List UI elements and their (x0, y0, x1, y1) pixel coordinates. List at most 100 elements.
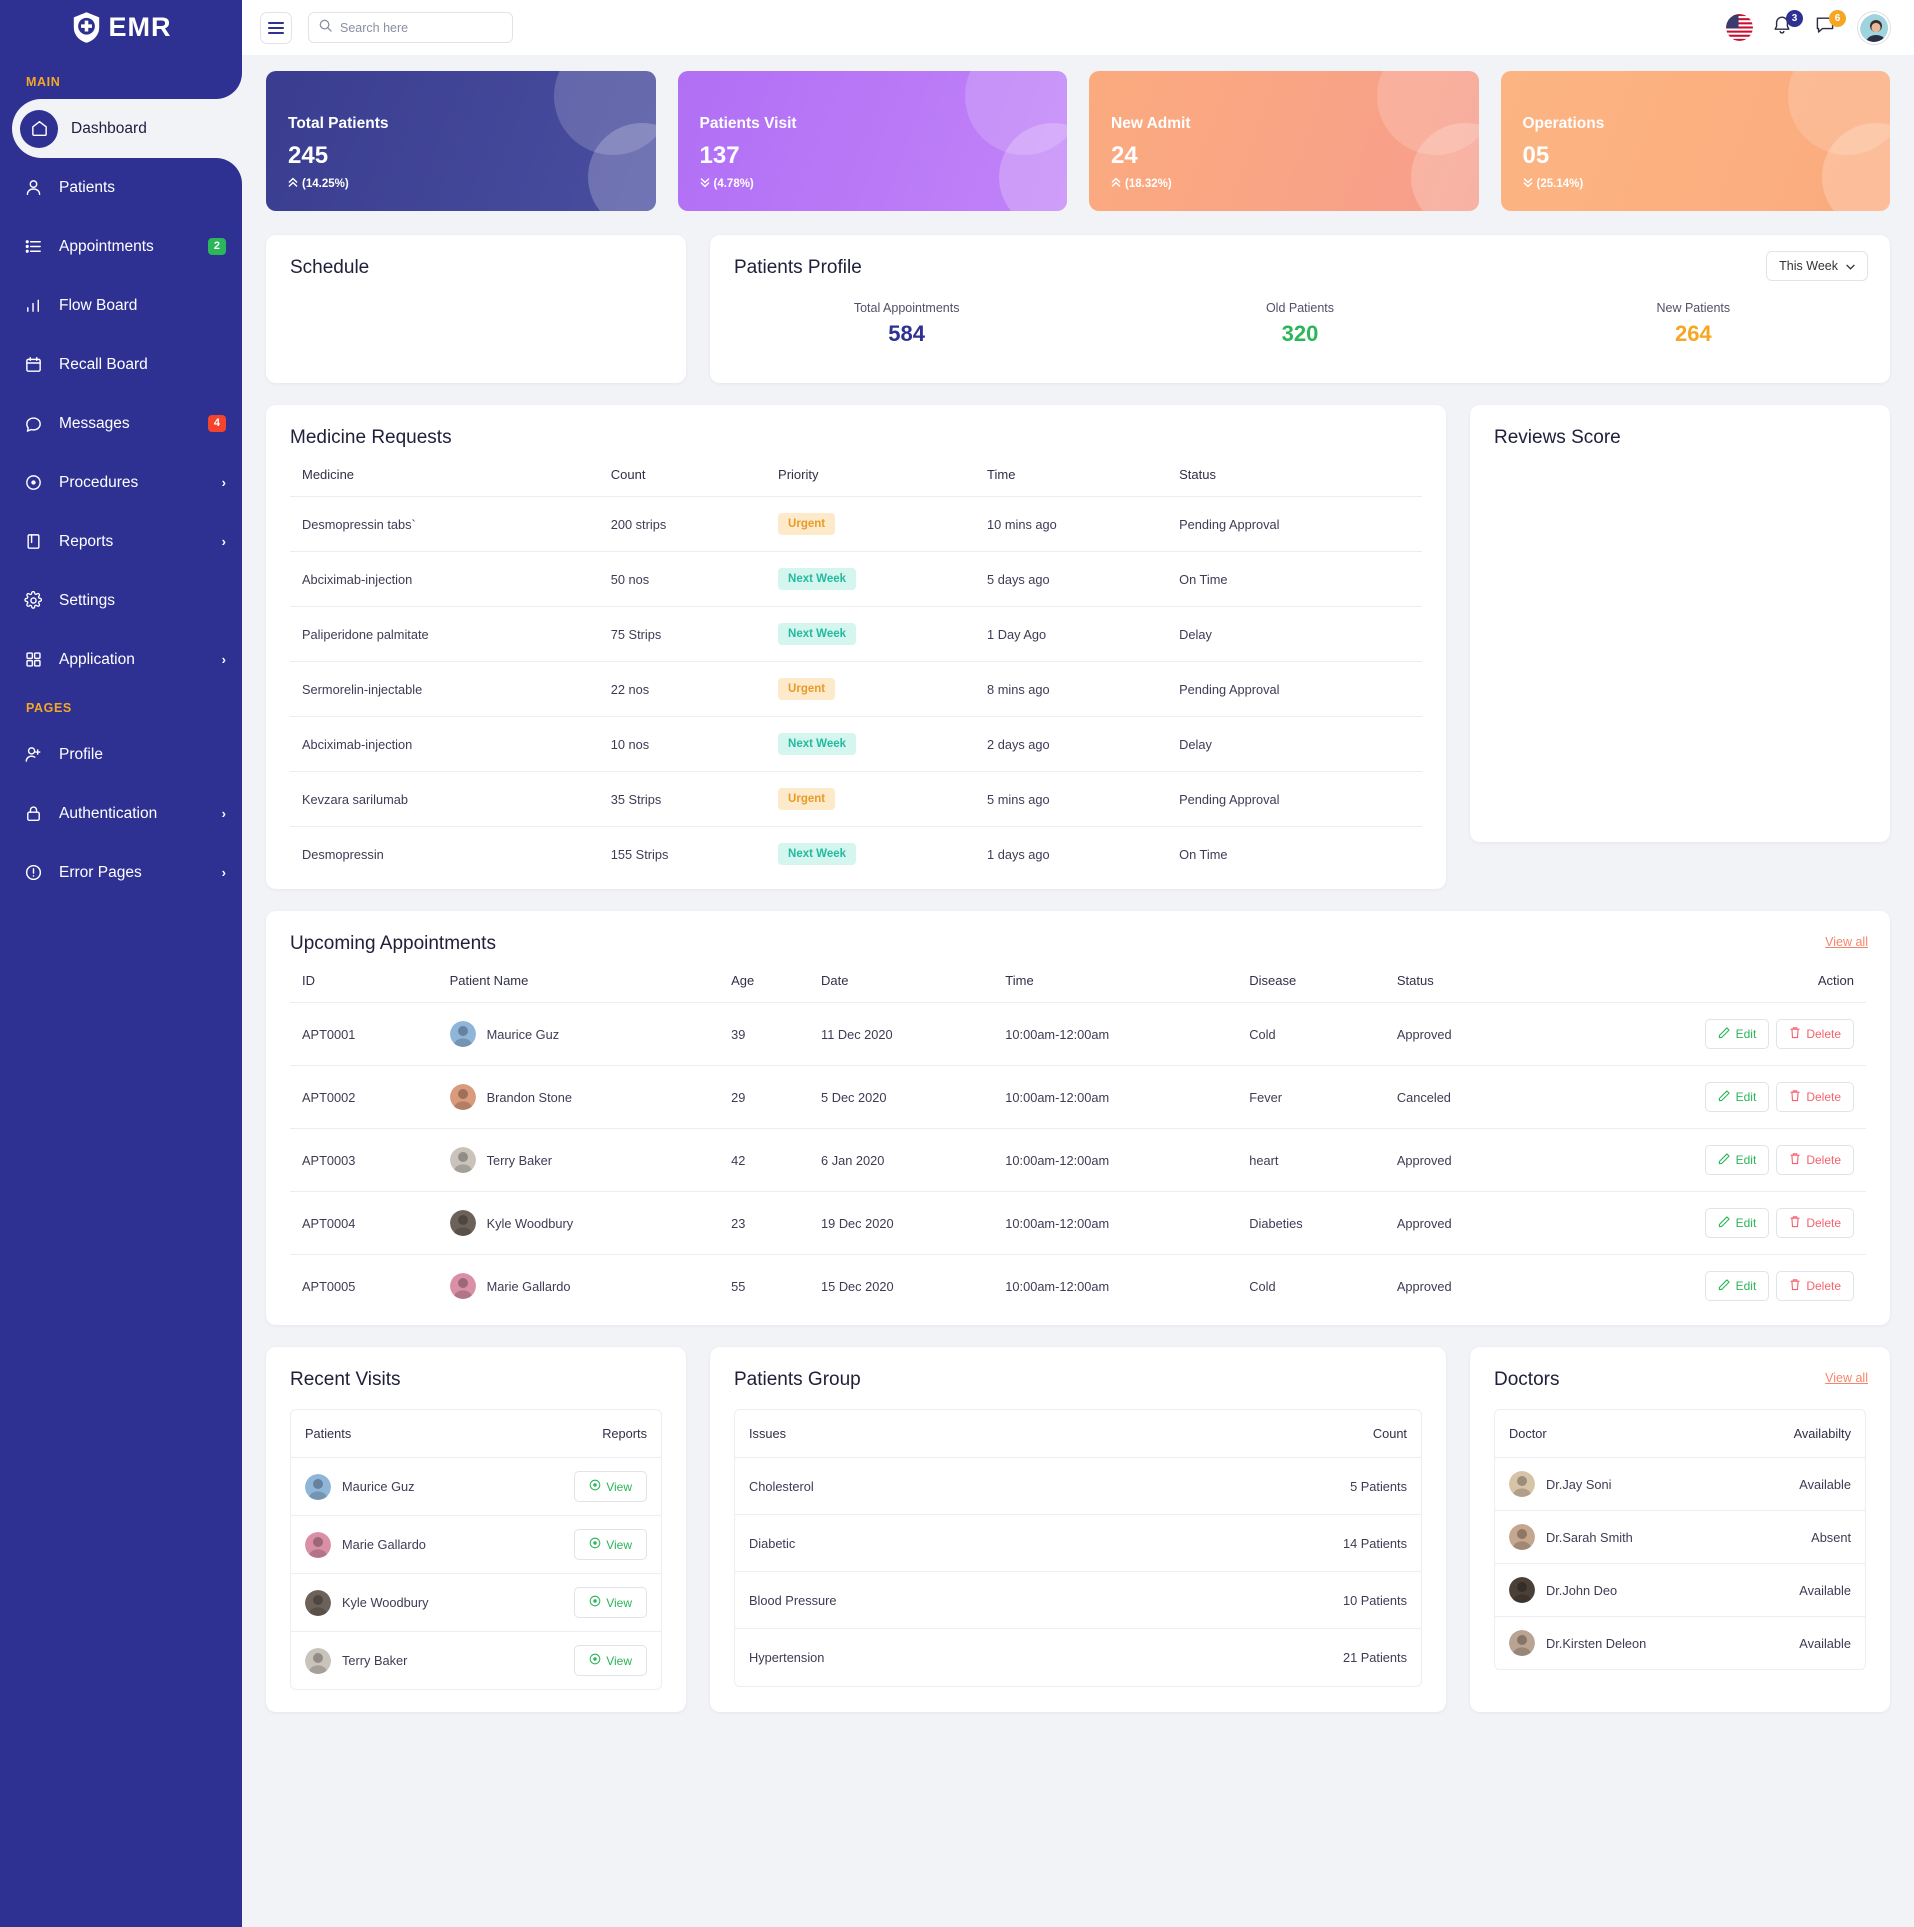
list-item[interactable]: Dr.Kirsten Deleon Available (1495, 1617, 1865, 1670)
table-row[interactable]: Desmopressin tabs` 200 strips Urgent 10 min… (290, 496, 1422, 552)
sidebar-item-profile[interactable]: Profile (0, 725, 242, 784)
sidebar-item-procedures[interactable]: Procedures › (0, 453, 242, 512)
doctors-table: Doctor Availabilty Dr.Jay Soni Available Dr… (1495, 1410, 1865, 1669)
user-avatar[interactable] (1858, 11, 1890, 44)
table-row[interactable]: APT0002 Brandon Stone 29 5 Dec 2020 10:00am-… (290, 1065, 1866, 1129)
list-item[interactable]: Terry Baker View (291, 1632, 661, 1690)
bell-icon[interactable]: 3 (1772, 9, 1803, 41)
delete-button[interactable]: Delete (1776, 1019, 1854, 1049)
delete-button[interactable]: Delete (1776, 1271, 1854, 1301)
list-item[interactable]: Blood Pressure 10 Patients (735, 1571, 1421, 1629)
stat-card-total-patients[interactable]: Total Patients 245 (14.25%) (266, 71, 656, 211)
stat-card-operations[interactable]: Operations 05 (25.14%) (1500, 71, 1890, 211)
table-row[interactable]: APT0001 Maurice Guz 39 11 Dec 2020 10:00am-1… (290, 1002, 1866, 1066)
table-row[interactable]: Abciximab-injection 10 nos Next Week 2 days… (290, 716, 1422, 772)
cell-patient: Marie Gallardo (291, 1515, 514, 1574)
sidebar-item-settings[interactable]: Settings (0, 571, 242, 630)
message-icon[interactable]: 6 (1815, 9, 1846, 41)
sidebar-item-flow-board[interactable]: Flow Board (0, 276, 242, 335)
cell-time: 5 days ago (975, 551, 1168, 607)
patients-profile-title: Patients Profile (734, 257, 862, 278)
cell-doctor: Dr.John Deo (1495, 1563, 1739, 1617)
cell-count: 10 nos (598, 716, 767, 772)
table-row[interactable]: Desmopressin 155 Strips Next Week 1 days ag… (290, 827, 1422, 882)
list-item[interactable]: Diabetic 14 Patients (735, 1514, 1421, 1572)
brand-logo[interactable]: EMR (0, 0, 242, 55)
book-icon (20, 529, 46, 555)
edit-button[interactable]: Edit (1704, 1145, 1770, 1175)
delete-button[interactable]: Delete (1776, 1082, 1854, 1112)
avatar (1509, 1471, 1535, 1497)
table-row[interactable]: APT0003 Terry Baker 42 6 Jan 2020 10:00am-12… (290, 1128, 1866, 1192)
list-item[interactable]: Maurice Guz View (291, 1457, 661, 1516)
view-button[interactable]: View (574, 1471, 647, 1502)
cell-doctor: Dr.Jay Soni (1495, 1457, 1739, 1511)
patients-profile-filter[interactable]: This Week (1766, 251, 1868, 281)
table-row[interactable]: Sermorelin-injectable 22 nos Urgent 8 mins … (290, 661, 1422, 717)
hamburger-icon[interactable] (260, 11, 292, 44)
doctors-view-all-link[interactable]: View all (1825, 1371, 1868, 1385)
list-icon (20, 234, 46, 260)
us-flag-icon[interactable] (1726, 14, 1753, 41)
delete-button[interactable]: Delete (1776, 1145, 1854, 1175)
sidebar-item-application[interactable]: Application › (0, 630, 242, 689)
list-item[interactable]: Kyle Woodbury View (291, 1573, 661, 1632)
sidebar-item-appointments[interactable]: Appointments 2 (0, 217, 242, 276)
profile-stat-old-patients: Old Patients 320 (1103, 301, 1496, 347)
stat-card-new-admit[interactable]: New Admit 24 (18.32%) (1089, 71, 1479, 211)
cell-action: Edit Delete (1535, 1255, 1866, 1318)
search-box[interactable] (308, 12, 513, 43)
view-button[interactable]: View (574, 1587, 647, 1618)
bar-chart-icon (20, 293, 46, 319)
list-item[interactable]: Dr.Jay Soni Available (1495, 1457, 1865, 1511)
search-input[interactable] (340, 20, 502, 35)
list-item[interactable]: Dr.Sarah Smith Absent (1495, 1510, 1865, 1564)
cell-status: On Time (1167, 551, 1422, 607)
sidebar-item-dashboard[interactable]: Dashboard (12, 73, 242, 184)
cell-report: View (513, 1515, 661, 1574)
list-item[interactable]: Dr.John Deo Available (1495, 1563, 1865, 1617)
edit-button[interactable]: Edit (1704, 1082, 1770, 1112)
edit-button[interactable]: Edit (1704, 1271, 1770, 1301)
topbar: 3 6 (242, 0, 1914, 55)
view-button[interactable]: View (574, 1645, 647, 1676)
edit-button[interactable]: Edit (1704, 1208, 1770, 1238)
column-header: Action (1535, 973, 1866, 1003)
column-header: Patient Name (437, 973, 720, 1003)
appointments-view-all-link[interactable]: View all (1825, 935, 1868, 949)
table-row[interactable]: Abciximab-injection 50 nos Next Week 5 days… (290, 551, 1422, 607)
table-row[interactable]: Kevzara sarilumab 35 Strips Urgent 5 mins a… (290, 771, 1422, 827)
edit-button[interactable]: Edit (1704, 1019, 1770, 1049)
column-header: Date (809, 973, 994, 1003)
patients-group-title: Patients Group (734, 1369, 861, 1390)
column-header: Patients (291, 1410, 514, 1458)
table-row[interactable]: Paliperidone palmitate 75 Strips Next Week… (290, 606, 1422, 662)
sidebar-item-error-pages[interactable]: Error Pages › (0, 843, 242, 902)
cell-count: 50 nos (598, 551, 767, 607)
cell-medicine: Abciximab-injection (290, 716, 599, 772)
table-row[interactable]: APT0004 Kyle Woodbury 23 19 Dec 2020 10:00am… (290, 1191, 1866, 1255)
list-item[interactable]: Hypertension 21 Patients (735, 1629, 1421, 1686)
cell-medicine: Sermorelin-injectable (290, 661, 599, 717)
delete-button[interactable]: Delete (1776, 1208, 1854, 1238)
medicine-requests-card: Medicine Requests Medicine Count Priority T… (266, 405, 1446, 889)
sidebar-item-reports[interactable]: Reports › (0, 512, 242, 571)
stat-card-patients-visit[interactable]: Patients Visit 137 (4.78%) (677, 71, 1067, 211)
cell-patient-name: Maurice Guz (437, 1002, 720, 1066)
sidebar-item-recall-board[interactable]: Recall Board (0, 335, 242, 394)
chevrons-up-icon (1111, 177, 1121, 191)
medicine-reviews-row: Medicine Requests Medicine Count Priority T… (266, 405, 1890, 889)
cell-issue: Blood Pressure (735, 1571, 1117, 1629)
cell-count: 10 Patients (1116, 1571, 1421, 1629)
dashboard-content: Total Patients 245 (14.25%) Patients Visit 1… (242, 55, 1914, 1927)
list-item[interactable]: Cholesterol 5 Patients (735, 1457, 1421, 1515)
avatar (1509, 1577, 1535, 1603)
cell-date: 5 Dec 2020 (809, 1065, 994, 1129)
sidebar-item-patients[interactable]: Patients (0, 158, 242, 217)
table-row[interactable]: APT0005 Marie Gallardo 55 15 Dec 2020 10:00a… (290, 1255, 1866, 1318)
sidebar-item-messages[interactable]: Messages 4 (0, 394, 242, 453)
view-button[interactable]: View (574, 1529, 647, 1560)
sidebar-item-authentication[interactable]: Authentication › (0, 784, 242, 843)
list-item[interactable]: Marie Gallardo View (291, 1515, 661, 1574)
column-header: Priority (766, 467, 976, 497)
